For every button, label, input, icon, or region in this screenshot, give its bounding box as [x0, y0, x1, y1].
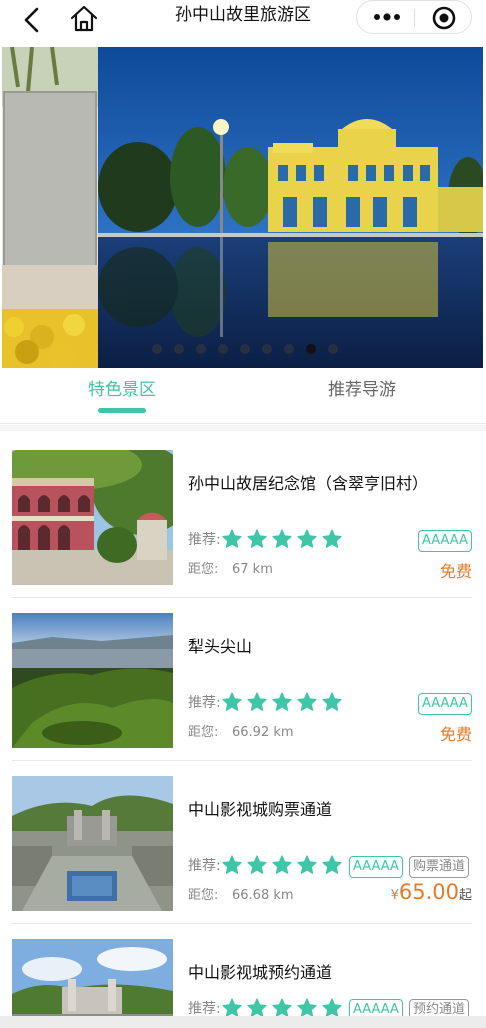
- banner-slide-previous: [2, 47, 98, 368]
- star-rating: [222, 998, 342, 1016]
- distance-label: 距您:: [188, 562, 219, 577]
- carousel-dot[interactable]: [284, 344, 294, 354]
- star-icon: [222, 692, 242, 712]
- spot-name: 犁头尖山: [188, 637, 253, 656]
- level-badge: AAAAA: [418, 530, 472, 552]
- spot-thumbnail: [12, 939, 173, 1016]
- banner-slide-current: [98, 47, 483, 368]
- star-icon: [272, 692, 292, 712]
- star-rating: [222, 529, 342, 549]
- carousel-dots: [152, 344, 338, 354]
- active-tab-indicator: [98, 408, 146, 413]
- star-icon: [247, 998, 267, 1016]
- star-icon: [247, 529, 267, 549]
- reservation-channel-tag[interactable]: 预约通道: [409, 999, 470, 1016]
- star-rating: [222, 855, 342, 875]
- mini-program-capsule: [356, 0, 472, 34]
- section-gap: [0, 425, 486, 431]
- list-item[interactable]: 中山影视城购票通道 推荐: AAAAA 购票通道 距您: 66.68 km ¥6…: [0, 776, 486, 938]
- price-amount: 65.00: [398, 880, 459, 904]
- price-from: ¥65.00起: [391, 880, 472, 904]
- spot-thumbnail: [12, 613, 173, 748]
- level-badge: AAAAA: [349, 856, 403, 878]
- star-icon: [272, 855, 292, 875]
- star-rating: [222, 692, 342, 712]
- banner-carousel[interactable]: [2, 47, 483, 368]
- home-icon[interactable]: [68, 4, 100, 34]
- star-icon: [322, 855, 342, 875]
- star-icon: [222, 855, 242, 875]
- distance-label: 距您:: [188, 888, 219, 903]
- distance-value: 67 km: [232, 562, 273, 577]
- star-icon: [222, 998, 242, 1016]
- recommend-label: 推荐:: [188, 695, 221, 711]
- list-divider: [12, 597, 472, 598]
- level-badge: AAAAA: [349, 999, 403, 1016]
- star-icon: [247, 855, 267, 875]
- price-text: 免费: [439, 562, 472, 581]
- star-icon: [322, 529, 342, 549]
- list-item[interactable]: 中山影视城预约通道 推荐: AAAAA 预约通道: [0, 939, 486, 1016]
- spot-thumbnail: [12, 776, 173, 911]
- carousel-dot[interactable]: [174, 344, 184, 354]
- star-icon: [272, 998, 292, 1016]
- tab-featured-spots[interactable]: 特色景区: [88, 378, 156, 402]
- carousel-dot[interactable]: [218, 344, 228, 354]
- carousel-dot[interactable]: [152, 344, 162, 354]
- recommend-label: 推荐:: [188, 858, 221, 874]
- list-divider: [12, 760, 472, 761]
- star-icon: [222, 529, 242, 549]
- spot-name: 中山影视城购票通道: [188, 800, 333, 819]
- carousel-dot[interactable]: [262, 344, 272, 354]
- list-item[interactable]: 犁头尖山 推荐: AAAAA 距您: 66.92 km 免费: [0, 613, 486, 775]
- list-divider: [12, 923, 472, 924]
- star-icon: [272, 529, 292, 549]
- star-icon: [247, 692, 267, 712]
- more-dots-icon[interactable]: [369, 5, 405, 29]
- star-icon: [297, 529, 317, 549]
- chevron-left-icon[interactable]: [18, 6, 48, 36]
- carousel-dot[interactable]: [196, 344, 206, 354]
- recommend-label: 推荐:: [188, 1001, 221, 1016]
- spot-name: 孙中山故居纪念馆（含翠亨旧村）: [188, 474, 429, 493]
- distance-value: 66.68 km: [232, 888, 294, 903]
- star-icon: [297, 692, 317, 712]
- list-item[interactable]: 孙中山故居纪念馆（含翠亨旧村） 推荐: AAAAA 距您: 67 km 免费: [0, 450, 486, 612]
- star-icon: [297, 998, 317, 1016]
- star-icon: [297, 855, 317, 875]
- ticket-channel-tag[interactable]: 购票通道: [409, 856, 470, 878]
- level-badge: AAAAA: [418, 693, 472, 715]
- capsule-divider: [414, 9, 415, 27]
- spot-thumbnail: [12, 450, 173, 585]
- price-text: 免费: [439, 725, 472, 744]
- star-icon: [322, 692, 342, 712]
- carousel-dot[interactable]: [306, 344, 316, 354]
- carousel-dot[interactable]: [240, 344, 250, 354]
- page-title: 孙中山故里旅游区: [175, 5, 311, 25]
- price-suffix: 起: [458, 888, 472, 903]
- distance-label: 距您:: [188, 725, 219, 740]
- price-currency: ¥: [390, 888, 399, 903]
- carousel-dot[interactable]: [328, 344, 338, 354]
- spot-name: 中山影视城预约通道: [188, 963, 333, 982]
- target-close-icon[interactable]: [431, 5, 457, 31]
- bottom-safe-area: [0, 1016, 486, 1028]
- recommend-label: 推荐:: [188, 532, 221, 548]
- tab-recommended-guides[interactable]: 推荐导游: [328, 378, 396, 402]
- tab-bar: 特色景区 推荐导游: [0, 368, 486, 424]
- top-nav-bar: 孙中山故里旅游区: [0, 0, 486, 46]
- star-icon: [322, 998, 342, 1016]
- distance-value: 66.92 km: [232, 725, 294, 740]
